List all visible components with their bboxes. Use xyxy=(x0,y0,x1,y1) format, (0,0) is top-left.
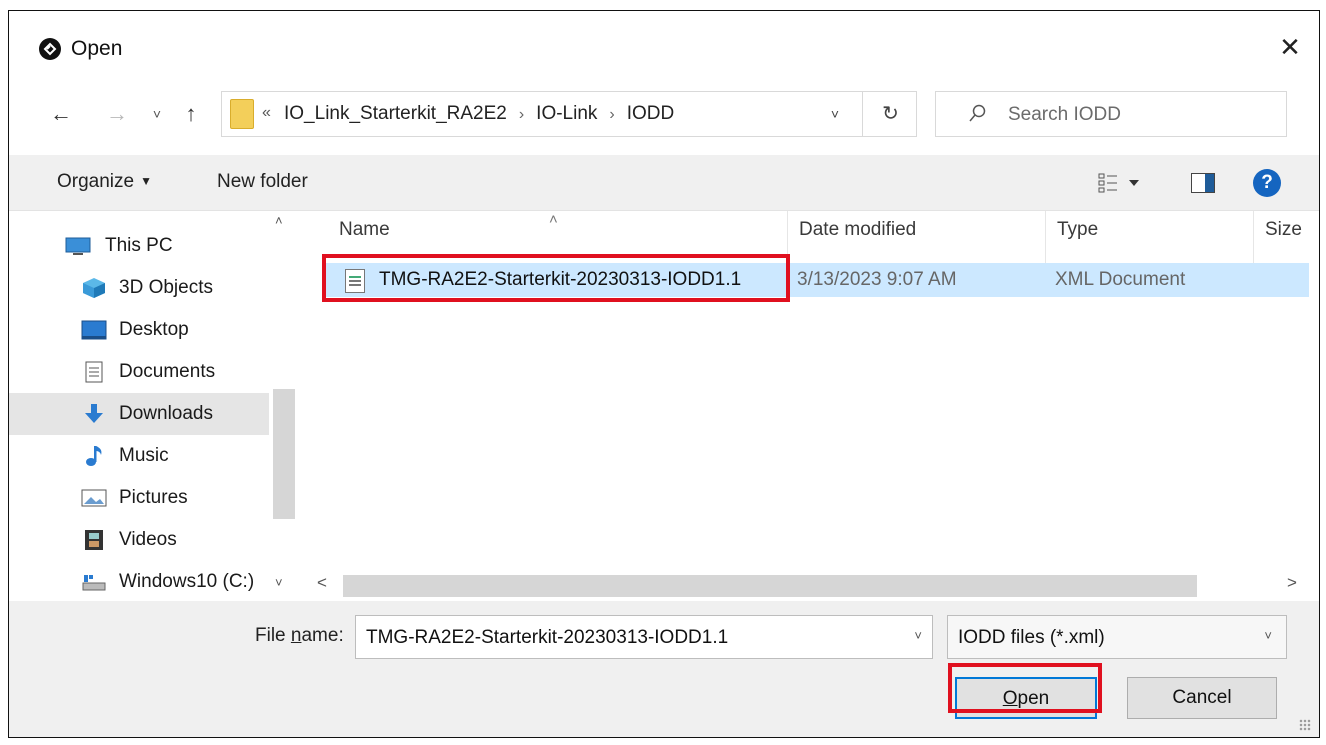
open-dialog: Open ✕ ← → ˅ ↑ « IO_Link_Starterkit_RA2E… xyxy=(8,10,1320,738)
refresh-button[interactable]: ↻ xyxy=(862,92,918,136)
open-button-accesskey: O xyxy=(1002,688,1018,709)
up-button[interactable]: ↑ xyxy=(177,99,205,129)
sidebar-item-this-pc[interactable]: This PC xyxy=(9,225,269,267)
app-logo-icon xyxy=(39,38,61,60)
sidebar-item-label: Music xyxy=(119,445,169,466)
sidebar-item-documents[interactable]: Documents xyxy=(9,351,269,393)
breadcrumb-separator[interactable]: › xyxy=(519,106,524,123)
preview-pane-icon[interactable] xyxy=(1191,173,1215,193)
sidebar-item-videos[interactable]: Videos xyxy=(9,519,269,561)
change-view-icon[interactable] xyxy=(1091,171,1145,195)
search-input[interactable]: Search IODD xyxy=(935,91,1287,137)
column-divider[interactable] xyxy=(1045,211,1046,263)
column-header-size[interactable]: Size xyxy=(1265,219,1302,259)
breadcrumb-item[interactable]: IO-Link xyxy=(536,103,597,124)
open-button-label: pen xyxy=(1017,688,1050,709)
sidebar-item-3d-objects[interactable]: 3D Objects xyxy=(9,267,269,309)
search-placeholder: Search IODD xyxy=(1008,104,1121,125)
sidebar-item-windows10-c[interactable]: Windows10 (C:) xyxy=(9,561,269,603)
horizontal-scrollbar[interactable]: < > xyxy=(305,569,1309,599)
close-button[interactable]: ✕ xyxy=(1275,33,1305,63)
scroll-left-arrow-icon[interactable]: < xyxy=(317,573,327,593)
sidebar-item-label: This PC xyxy=(105,235,173,256)
pc-icon xyxy=(65,237,91,255)
download-icon xyxy=(85,404,103,423)
scroll-up-arrow-icon[interactable]: ˄ xyxy=(275,213,283,228)
file-name-value: TMG-RA2E2-Starterkit-20230313-IODD1.1 xyxy=(366,627,729,648)
file-list: Name ˄ Date modified Type Size TMG-RA2E2… xyxy=(305,211,1309,601)
breadcrumb-overflow[interactable]: « xyxy=(262,104,271,122)
breadcrumb-separator[interactable]: › xyxy=(609,106,614,123)
recent-locations-button[interactable]: ˅ xyxy=(147,99,167,129)
cancel-button[interactable]: Cancel xyxy=(1127,677,1277,719)
address-history-dropdown[interactable]: ˅ xyxy=(824,102,846,126)
table-row[interactable]: TMG-RA2E2-Starterkit-20230313-IODD1.1 3/… xyxy=(323,263,1309,297)
file-name-label-accesskey: n xyxy=(290,625,302,646)
file-type: XML Document xyxy=(1055,269,1186,290)
folder-icon xyxy=(230,99,254,129)
sidebar-item-music[interactable]: Music xyxy=(9,435,269,477)
organize-button[interactable]: Organize ▼ xyxy=(57,171,152,193)
file-name-label: File name: xyxy=(255,625,344,647)
resize-grip-icon[interactable] xyxy=(1299,719,1311,731)
sidebar-item-downloads[interactable]: Downloads xyxy=(9,393,269,435)
breadcrumb: IO_Link_Starterkit_RA2E2 › IO-Link › IODD xyxy=(284,103,674,125)
address-bar[interactable]: « IO_Link_Starterkit_RA2E2 › IO-Link › IODD … xyxy=(221,91,917,137)
sidebar-item-label: Desktop xyxy=(119,319,189,340)
file-type-filter-select[interactable]: IODD files (*.xml) ˅ xyxy=(947,615,1287,659)
drive-icon xyxy=(82,575,106,591)
column-header-label: Name xyxy=(339,219,390,240)
breadcrumb-item[interactable]: IODD xyxy=(627,103,675,124)
breadcrumb-item[interactable]: IO_Link_Starterkit_RA2E2 xyxy=(284,103,507,124)
column-header-name[interactable]: Name ˄ xyxy=(339,211,558,259)
search-icon xyxy=(969,104,986,122)
music-note-icon xyxy=(86,446,102,466)
pictures-icon xyxy=(81,489,107,507)
column-header-date-modified[interactable]: Date modified xyxy=(799,219,916,259)
horizontal-scroll-thumb[interactable] xyxy=(343,575,1197,597)
sidebar-item-pictures[interactable]: Pictures xyxy=(9,477,269,519)
window-title: Open xyxy=(71,37,123,60)
back-button[interactable]: ← xyxy=(47,99,75,129)
scroll-down-arrow-icon[interactable]: ˅ xyxy=(275,575,283,590)
sidebar-item-label: 3D Objects xyxy=(119,277,213,298)
file-type-filter-value: IODD files (*.xml) xyxy=(958,627,1105,648)
organize-label: Organize xyxy=(57,171,135,192)
column-header-type[interactable]: Type xyxy=(1057,219,1098,259)
forward-button[interactable]: → xyxy=(103,99,131,129)
chevron-down-icon[interactable]: ˅ xyxy=(914,628,922,643)
chevron-down-icon: ˅ xyxy=(1264,628,1272,643)
sidebar-item-label: Pictures xyxy=(119,487,188,508)
command-bar: Organize ▼ New folder ? xyxy=(9,155,1319,211)
file-name-field[interactable]: TMG-RA2E2-Starterkit-20230313-IODD1.1 ˅ xyxy=(355,615,933,659)
open-button[interactable]: Open xyxy=(955,677,1097,719)
caret-down-icon: ▼ xyxy=(140,174,152,188)
title-bar: Open ✕ xyxy=(9,11,1319,71)
desktop-icon xyxy=(81,320,107,340)
file-name: TMG-RA2E2-Starterkit-20230313-IODD1.1 xyxy=(379,269,742,290)
dialog-footer: File name: TMG-RA2E2-Starterkit-20230313… xyxy=(9,601,1319,737)
sidebar-scroll-thumb[interactable] xyxy=(273,389,295,519)
sidebar-item-desktop[interactable]: Desktop xyxy=(9,309,269,351)
sidebar-item-label: Windows10 (C:) xyxy=(119,571,255,592)
sidebar-scrollbar[interactable]: ˄ ˅ xyxy=(271,211,297,601)
xml-file-icon xyxy=(345,269,365,293)
column-divider[interactable] xyxy=(787,211,788,263)
sort-ascending-icon: ˄ xyxy=(549,211,558,228)
new-folder-button[interactable]: New folder xyxy=(217,171,308,193)
sidebar-item-label: Videos xyxy=(119,529,177,550)
cube-icon xyxy=(83,278,105,298)
column-divider[interactable] xyxy=(1253,211,1254,263)
sidebar-item-label: Documents xyxy=(119,361,216,382)
file-name-label-part: ame: xyxy=(301,625,344,646)
navigation-pane: This PC 3D Objects Desktop Documents Dow… xyxy=(9,211,297,601)
scroll-right-arrow-icon[interactable]: > xyxy=(1287,573,1297,593)
film-icon xyxy=(85,530,103,550)
help-icon[interactable]: ? xyxy=(1253,169,1281,197)
sidebar-item-label: Downloads xyxy=(119,403,213,424)
documents-icon xyxy=(85,361,103,383)
file-name-label-part: File xyxy=(255,625,291,646)
file-date-modified: 3/13/2023 9:07 AM xyxy=(797,269,957,290)
